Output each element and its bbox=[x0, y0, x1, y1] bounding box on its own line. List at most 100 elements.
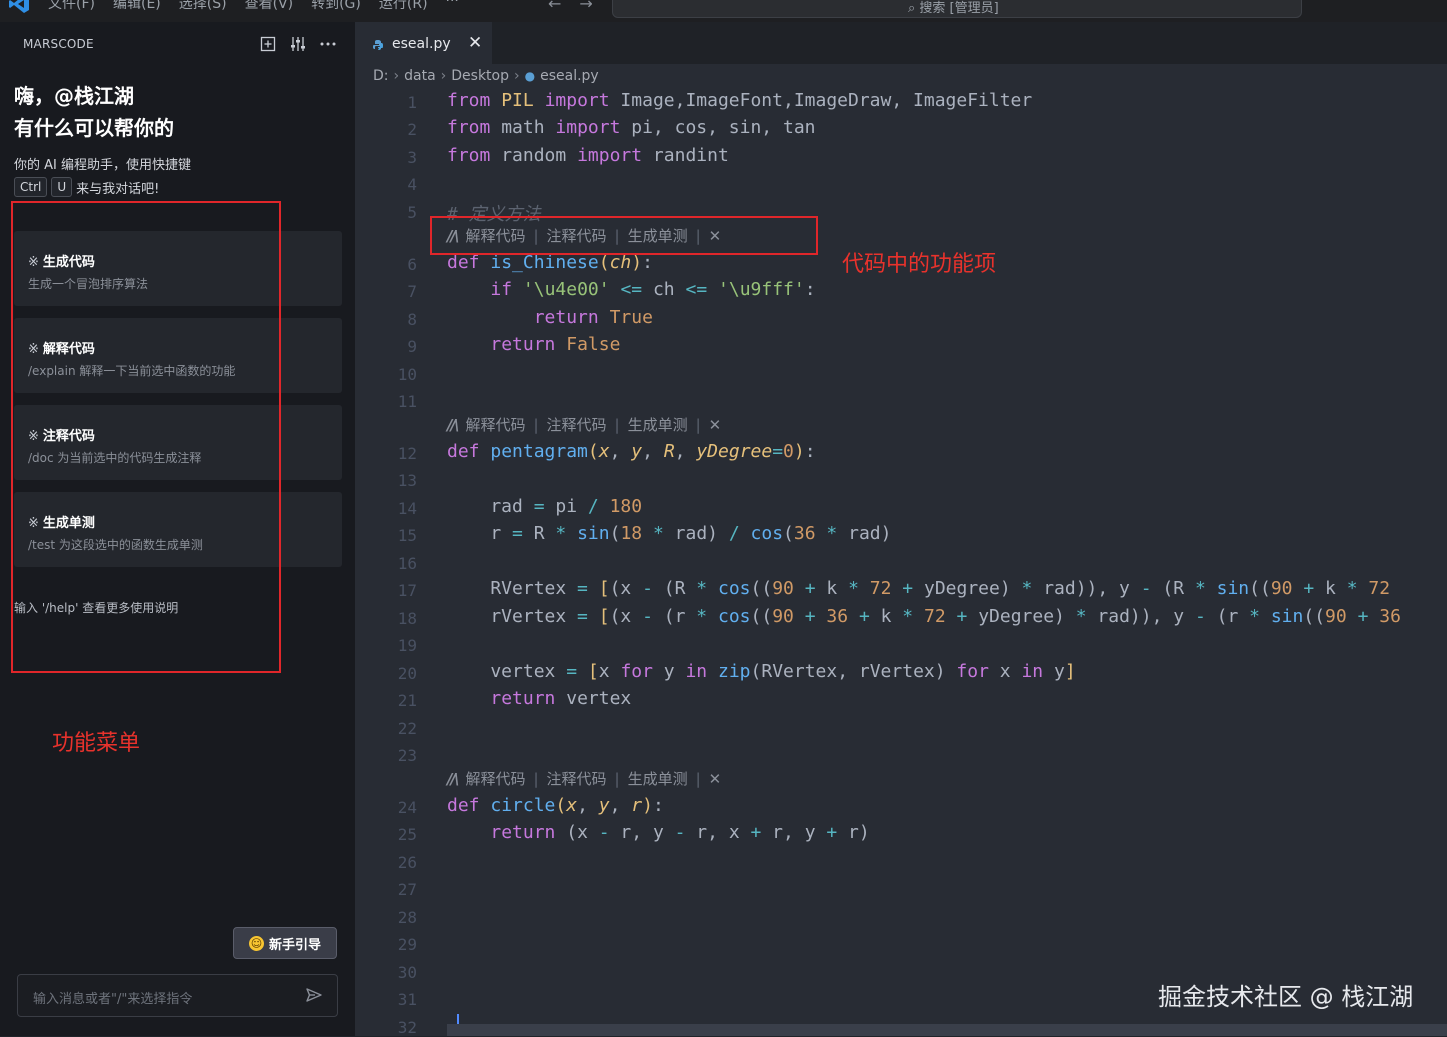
annotation-box-codelens bbox=[430, 216, 818, 255]
line-number: 19 bbox=[397, 636, 417, 655]
codelens-separator: | bbox=[614, 769, 620, 788]
line-number: 3 bbox=[407, 148, 417, 167]
search-text: ⌕ 搜索 [管理员] bbox=[908, 1, 999, 16]
codelens-comment[interactable]: 注释代码 bbox=[547, 414, 607, 435]
marscode-logo-icon: //\ bbox=[447, 769, 460, 788]
line-number: 1 bbox=[407, 93, 417, 112]
code-line: def is_Chinese(ch): bbox=[447, 252, 653, 273]
line-number: 16 bbox=[397, 554, 417, 573]
line-number: 12 bbox=[397, 444, 417, 463]
codelens-separator: | bbox=[614, 415, 620, 434]
close-icon[interactable]: ✕ bbox=[709, 770, 722, 788]
code-line: return True bbox=[533, 307, 653, 328]
menu-edit[interactable]: 编辑(E) bbox=[113, 0, 161, 13]
line-number: 14 bbox=[397, 499, 417, 518]
marscode-sidebar: MARSCODE 嗨，@栈江湖 有什么可以帮你的 你的 AI 编程助手，使用快捷… bbox=[0, 22, 355, 1036]
breadcrumb-data[interactable]: data bbox=[404, 68, 436, 84]
guide-label: 新手引导 bbox=[268, 937, 321, 953]
line-number: 17 bbox=[397, 581, 417, 600]
line-number: 8 bbox=[407, 310, 417, 329]
line-number: 22 bbox=[397, 719, 417, 738]
line-number: 28 bbox=[397, 908, 417, 927]
tab-bar: eseal.py ✕ bbox=[355, 22, 1447, 64]
line-number: 20 bbox=[397, 664, 417, 683]
sidebar-title: MARSCODE bbox=[23, 37, 94, 51]
smile-icon: ☺ bbox=[248, 935, 264, 951]
settings-sliders-icon[interactable] bbox=[290, 36, 306, 52]
codelens-separator: | bbox=[533, 415, 539, 434]
line-number: 4 bbox=[407, 175, 417, 194]
line-number: 30 bbox=[397, 963, 417, 982]
menu-view[interactable]: 查看(V) bbox=[245, 0, 294, 13]
chevron-right-icon: › bbox=[440, 68, 447, 84]
greeting-title: 嗨，@栈江湖 bbox=[14, 84, 134, 108]
annotation-label-codelens: 代码中的功能项 bbox=[842, 252, 997, 277]
menu-run[interactable]: 运行(R) bbox=[379, 0, 428, 13]
send-icon[interactable] bbox=[305, 986, 323, 1004]
chevron-right-icon: › bbox=[514, 68, 520, 84]
line-number: 11 bbox=[397, 392, 417, 411]
breadcrumb: D: › data › Desktop › ● eseal.py bbox=[373, 68, 599, 84]
line-number: 24 bbox=[397, 798, 417, 817]
code-line: vertex = [x for y in zip(RVertex, rVerte… bbox=[447, 661, 1076, 682]
line-number: 26 bbox=[397, 853, 417, 872]
code-line: def pentagram(x, y, R, yDegree=0): bbox=[447, 441, 816, 462]
codelens-separator: | bbox=[533, 769, 539, 788]
codelens-comment[interactable]: 注释代码 bbox=[547, 768, 607, 789]
code-line: return (x - r, y - r, x + r, y + r) bbox=[490, 822, 870, 843]
code-line: from PIL import Image,ImageFont,ImageDra… bbox=[447, 90, 1033, 111]
back-arrow-icon[interactable]: ← bbox=[548, 0, 561, 13]
line-number: 25 bbox=[397, 825, 417, 844]
annotation-box-menu bbox=[11, 201, 281, 673]
code-line: rVertex = [(x - (r * cos((90 + 36 + k * … bbox=[447, 606, 1401, 627]
python-file-icon bbox=[373, 40, 383, 50]
codelens-explain[interactable]: 解释代码 bbox=[465, 414, 525, 435]
line-number: 2 bbox=[407, 120, 417, 139]
line-number: 27 bbox=[397, 880, 417, 899]
beginner-guide-button[interactable]: ☺ 新手引导 bbox=[233, 927, 337, 959]
menubar: 文件(F) 编辑(E) 选择(S) 查看(V) 转到(G) 运行(R) ··· … bbox=[0, 0, 1447, 22]
code-line: from random import randint bbox=[447, 145, 729, 166]
codelens-bar: //\ 解释代码 | 注释代码 | 生成单测 | ✕ bbox=[447, 768, 721, 789]
codelens-test[interactable]: 生成单测 bbox=[628, 414, 688, 435]
tab-label: eseal.py bbox=[392, 36, 451, 52]
tab-eseal-py[interactable]: eseal.py ✕ bbox=[355, 22, 492, 64]
close-icon[interactable]: ✕ bbox=[468, 33, 482, 53]
breadcrumb-desktop[interactable]: Desktop bbox=[451, 68, 509, 84]
line-number: 9 bbox=[407, 337, 417, 356]
codelens-test[interactable]: 生成单测 bbox=[628, 768, 688, 789]
menu-selection[interactable]: 选择(S) bbox=[179, 0, 227, 13]
menu-file[interactable]: 文件(F) bbox=[48, 0, 95, 13]
command-search-box[interactable]: ⌕ 搜索 [管理员] bbox=[612, 0, 1302, 18]
chat-placeholder: 输入消息或者"/"来选择指令 bbox=[33, 992, 193, 1007]
line-number: 6 bbox=[407, 255, 417, 274]
forward-arrow-icon[interactable]: → bbox=[579, 0, 592, 13]
menu-go[interactable]: 转到(G) bbox=[311, 0, 361, 13]
close-icon[interactable]: ✕ bbox=[709, 416, 722, 434]
line-number: 18 bbox=[397, 609, 417, 628]
greeting-subtitle: 有什么可以帮你的 bbox=[14, 116, 174, 140]
more-actions-icon[interactable] bbox=[320, 42, 336, 46]
codelens-bar: //\ 解释代码 | 注释代码 | 生成单测 | ✕ bbox=[447, 414, 721, 435]
line-number: 15 bbox=[397, 526, 417, 545]
chevron-right-icon: › bbox=[393, 68, 400, 84]
sidebar-header: MARSCODE bbox=[0, 22, 355, 64]
line-number: 32 bbox=[397, 1018, 417, 1037]
menu-more[interactable]: ··· bbox=[446, 0, 459, 13]
breadcrumb-file[interactable]: eseal.py bbox=[540, 68, 599, 84]
line-number: 31 bbox=[397, 990, 417, 1009]
codelens-explain[interactable]: 解释代码 bbox=[465, 768, 525, 789]
breadcrumb-drive[interactable]: D: bbox=[373, 68, 389, 84]
ctrl-key: Ctrl bbox=[14, 177, 48, 197]
horizontal-scrollbar[interactable] bbox=[447, 1024, 1447, 1036]
code-line: def circle(x, y, r): bbox=[447, 795, 664, 816]
chat-input[interactable]: 输入消息或者"/"来选择指令 bbox=[17, 974, 338, 1017]
line-number: 29 bbox=[397, 935, 417, 954]
line-number: 10 bbox=[397, 365, 417, 384]
codelens-separator: | bbox=[695, 415, 701, 434]
code-line: r = R * sin(18 * rad) / cos(36 * rad) bbox=[447, 523, 892, 544]
code-editor: eseal.py ✕ D: › data › Desktop › ● eseal… bbox=[355, 22, 1447, 1037]
python-file-icon: ● bbox=[524, 69, 536, 83]
nav-arrows: ← → bbox=[548, 0, 593, 13]
new-chat-icon[interactable] bbox=[260, 36, 276, 52]
